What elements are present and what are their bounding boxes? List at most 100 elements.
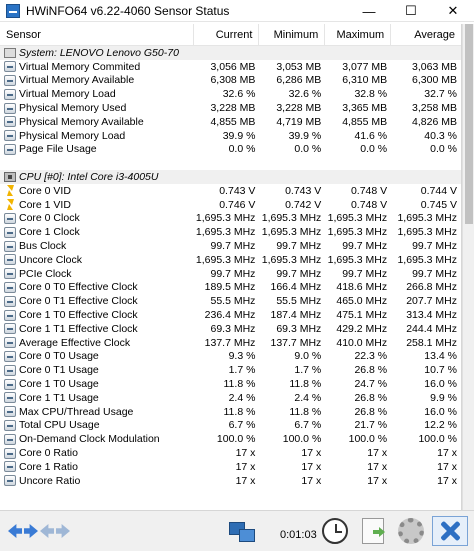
minimum-value: 1,695.3 MHz [261, 226, 322, 239]
sensor-label: Core 1 VID [19, 198, 71, 211]
current-value: 137.7 MHz [204, 336, 256, 349]
table-row[interactable]: Core 1 T1 Usage 2.4 % 2.4 % 26.8 % 9.9 % [0, 391, 461, 405]
column-header-average[interactable]: Average [391, 24, 461, 46]
table-row[interactable]: Virtual Memory Commited 3,056 MB 3,053 MB 3… [0, 60, 461, 74]
table-row[interactable]: Core 0 T1 Usage 1.7 % 1.7 % 26.8 % 10.7 % [0, 363, 461, 377]
current-value: 236.4 MHz [204, 309, 256, 322]
average-value: 17 x [437, 460, 457, 473]
sensor-label: Uncore Ratio [19, 474, 81, 487]
maximum-value: 41.6 % [354, 129, 388, 142]
sensor-icon [4, 226, 16, 238]
average-value: 266.8 MHz [406, 281, 457, 294]
column-header-sensor[interactable]: Sensor [0, 24, 194, 46]
table-row[interactable]: Max CPU/Thread Usage 11.8 % 11.8 % 26.8 % 16… [0, 405, 461, 419]
average-value: 6,300 MB [412, 74, 457, 87]
hwinfo-app-icon [6, 3, 20, 18]
average-value: 1,695.3 MHz [397, 253, 457, 266]
table-row[interactable]: Core 0 T1 Effective Clock 55.5 MHz 55.5 MH… [0, 294, 461, 308]
sensor-label: Core 1 Clock [19, 226, 80, 239]
current-value: 9.3 % [228, 350, 256, 363]
network-icon [229, 520, 255, 542]
table-row[interactable]: Average Effective Clock 137.7 MHz 137.7 MH… [0, 336, 461, 350]
minimum-value: 99.7 MHz [276, 267, 322, 280]
table-row[interactable]: Virtual Memory Load 32.6 % 32.6 % 32.8 % 32.… [0, 87, 461, 101]
arrow-right-disabled-icon [56, 524, 70, 538]
sensor-icon [4, 212, 16, 224]
network-button[interactable] [224, 516, 260, 546]
table-row[interactable]: Core 1 T0 Usage 11.8 % 11.8 % 24.7 % 16.0 % [0, 377, 461, 391]
sensor-icon [4, 295, 16, 307]
table-row[interactable]: Uncore Clock 1,695.3 MHz 1,695.3 MHz 1,695.… [0, 253, 461, 267]
column-header-minimum[interactable]: Minimum [259, 24, 326, 46]
group-row[interactable]: System: LENOVO Lenovo G50-70 [0, 46, 461, 60]
maximize-button[interactable]: ☐ [390, 0, 432, 22]
current-value [194, 46, 260, 60]
table-row[interactable]: Core 1 T1 Effective Clock 69.3 MHz 69.3 MH… [0, 322, 461, 336]
table-row[interactable]: Core 0 T0 Effective Clock 189.5 MHz 166.4 … [0, 281, 461, 295]
table-row[interactable]: Core 0 T0 Usage 9.3 % 9.0 % 22.3 % 13.4 % [0, 350, 461, 364]
close-window-button[interactable]: ✕ [432, 0, 474, 22]
maximum-value: 410.0 MHz [336, 336, 388, 349]
sensor-label: Page File Usage [19, 143, 97, 156]
maximum-value: 21.7 % [354, 419, 388, 432]
sensor-label: CPU [#0]: Intel Core i3-4005U [19, 171, 159, 184]
reset-timer-button[interactable] [318, 516, 352, 546]
maximum-value: 3,365 MB [342, 102, 388, 115]
sensor-name-cell: Core 0 VID [0, 184, 194, 198]
average-value: 1,695.3 MHz [397, 226, 457, 239]
column-header-current[interactable]: Current [194, 24, 260, 46]
sensor-icon [4, 268, 16, 280]
sensor-label: PCIe Clock [19, 267, 72, 280]
sensor-label: Virtual Memory Available [19, 74, 135, 87]
table-row[interactable]: Core 1 Ratio 17 x 17 x 17 x 17 x [0, 460, 461, 474]
table-row[interactable]: On-Demand Clock Modulation 100.0 % 100.0 %… [0, 432, 461, 446]
group-row[interactable]: CPU [#0]: Intel Core i3-4005U [0, 170, 461, 184]
table-row[interactable]: PCIe Clock 99.7 MHz 99.7 MHz 99.7 MHz 99.7 M… [0, 267, 461, 281]
minimum-value: 3,228 MB [276, 102, 322, 115]
vertical-scrollbar[interactable] [462, 24, 474, 510]
table-row[interactable]: Total CPU Usage 6.7 % 6.7 % 21.7 % 12.2 % [0, 419, 461, 433]
maximum-value: 3,077 MB [342, 60, 388, 73]
current-value: 6,308 MB [210, 74, 256, 87]
maximum-value: 465.0 MHz [336, 295, 388, 308]
sensor-label: Core 0 T1 Usage [19, 364, 99, 377]
sensor-icon [4, 475, 16, 487]
average-value [391, 170, 461, 184]
sensor-name-cell: Core 1 Clock [0, 225, 194, 239]
table-row[interactable]: Virtual Memory Available 6,308 MB 6,286 MB… [0, 74, 461, 88]
table-row[interactable]: Bus Clock 99.7 MHz 99.7 MHz 99.7 MHz 99.7 MH… [0, 239, 461, 253]
average-value: 17 x [437, 474, 457, 487]
close-sensors-button[interactable] [432, 516, 468, 546]
sensor-label: Core 0 Clock [19, 212, 80, 225]
sensor-label: Core 1 T1 Effective Clock [19, 322, 138, 335]
sensor-name-cell: Physical Memory Load [0, 129, 194, 143]
logging-button[interactable] [356, 516, 390, 546]
table-row[interactable]: Page File Usage 0.0 % 0.0 % 0.0 % 0.0 % [0, 143, 461, 157]
sensor-name-cell: Virtual Memory Load [0, 87, 194, 101]
table-row[interactable]: Physical Memory Available 4,855 MB 4,719 M… [0, 115, 461, 129]
table-row[interactable]: Core 1 VID 0.746 V 0.742 V 0.748 V 0.745 V [0, 198, 461, 212]
table-row[interactable]: Core 1 Clock 1,695.3 MHz 1,695.3 MHz 1,695.… [0, 225, 461, 239]
sensor-icon [4, 323, 16, 335]
arrow-right-icon [24, 524, 38, 538]
maximum-value: 0.748 V [350, 184, 388, 197]
table-row[interactable]: Physical Memory Used 3,228 MB 3,228 MB 3,36… [0, 101, 461, 115]
sensor-icon [4, 102, 16, 114]
sensor-name-cell: Core 0 T0 Effective Clock [0, 281, 194, 295]
sensor-icon [4, 406, 16, 418]
minimize-button[interactable]: — [348, 0, 390, 22]
column-header-maximum[interactable]: Maximum [325, 24, 392, 46]
table-row[interactable]: Physical Memory Load 39.9 % 39.9 % 41.6 % 40… [0, 129, 461, 143]
table-row[interactable]: Core 1 T0 Effective Clock 236.4 MHz 187.4 … [0, 308, 461, 322]
table-row[interactable]: Core 0 VID 0.743 V 0.743 V 0.748 V 0.744 V [0, 184, 461, 198]
voltage-icon [4, 185, 16, 197]
current-value: 0.0 % [228, 143, 256, 156]
scrollbar-thumb[interactable] [465, 24, 473, 224]
table-row[interactable]: Core 0 Ratio 17 x 17 x 17 x 17 x [0, 446, 461, 460]
settings-button[interactable] [394, 516, 428, 546]
average-value: 17 x [437, 447, 457, 459]
navigate-button[interactable] [4, 516, 74, 546]
table-row[interactable]: Core 0 Clock 1,695.3 MHz 1,695.3 MHz 1,695.… [0, 212, 461, 226]
table-row[interactable]: Uncore Ratio 17 x 17 x 17 x 17 x [0, 474, 461, 488]
current-value: 0.746 V [219, 198, 256, 211]
